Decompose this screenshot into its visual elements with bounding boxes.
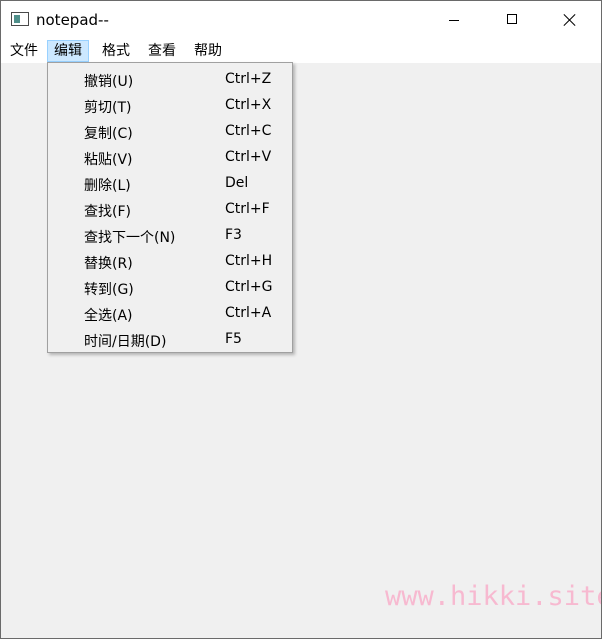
window-title: notepad--: [36, 11, 109, 29]
menu-view[interactable]: 查看: [142, 40, 182, 62]
menu-item-shortcut: Ctrl+G: [225, 279, 273, 295]
menu-item-shortcut: F3: [225, 227, 242, 243]
menu-item-shortcut: Ctrl+X: [225, 97, 272, 113]
menu-item-time-date[interactable]: 时间/日期(D) F5: [48, 327, 292, 353]
menu-item-replace[interactable]: 替换(R) Ctrl+H: [48, 249, 292, 275]
menu-item-label: 粘贴(V): [84, 152, 133, 168]
app-icon[interactable]: [11, 12, 29, 26]
menu-item-paste[interactable]: 粘贴(V) Ctrl+V: [48, 145, 292, 171]
menu-item-find[interactable]: 查找(F) Ctrl+F: [48, 197, 292, 223]
menu-item-shortcut: Ctrl+C: [225, 123, 272, 139]
menu-item-label: 全选(A): [84, 308, 133, 324]
menu-item-label: 转到(G): [84, 282, 134, 298]
edit-menu-dropdown: 撤销(U) Ctrl+Z 剪切(T) Ctrl+X 复制(C) Ctrl+C 粘…: [47, 62, 293, 353]
menu-format[interactable]: 格式: [96, 40, 136, 62]
maximize-icon: [507, 14, 517, 24]
title-bar[interactable]: notepad--: [1, 1, 601, 39]
menu-bar: 文件 编辑 格式 查看 帮助: [1, 39, 601, 63]
menu-item-goto[interactable]: 转到(G) Ctrl+G: [48, 275, 292, 301]
menu-item-delete[interactable]: 删除(L) Del: [48, 171, 292, 197]
menu-item-cut[interactable]: 剪切(T) Ctrl+X: [48, 93, 292, 119]
menu-item-shortcut: Ctrl+F: [225, 201, 270, 217]
menu-item-shortcut: F5: [225, 331, 242, 347]
menu-item-label: 查找(F): [84, 204, 131, 220]
menu-item-shortcut: Ctrl+A: [225, 305, 272, 321]
menu-help[interactable]: 帮助: [188, 40, 228, 62]
close-button[interactable]: [547, 1, 593, 39]
menu-item-shortcut: Ctrl+Z: [225, 71, 272, 87]
menu-item-shortcut: Ctrl+V: [225, 149, 272, 165]
maximize-button[interactable]: [489, 1, 535, 39]
menu-item-shortcut: Ctrl+H: [225, 253, 273, 269]
menu-file[interactable]: 文件: [4, 40, 44, 62]
menu-item-shortcut: Del: [225, 175, 249, 191]
menu-item-select-all[interactable]: 全选(A) Ctrl+A: [48, 301, 292, 327]
menu-edit[interactable]: 编辑: [47, 40, 89, 62]
close-icon: [563, 13, 577, 27]
minimize-button[interactable]: [431, 1, 477, 39]
menu-item-label: 复制(C): [84, 126, 133, 142]
menu-item-label: 查找下一个(N): [84, 230, 176, 246]
menu-item-label: 剪切(T): [84, 100, 132, 116]
menu-item-label: 时间/日期(D): [84, 334, 167, 350]
watermark-text: www.hikki.site: [385, 581, 602, 612]
minimize-icon: [449, 20, 459, 21]
menu-item-label: 撤销(U): [84, 74, 134, 90]
menu-item-label: 删除(L): [84, 178, 131, 194]
menu-item-label: 替换(R): [84, 256, 133, 272]
menu-item-copy[interactable]: 复制(C) Ctrl+C: [48, 119, 292, 145]
menu-item-find-next[interactable]: 查找下一个(N) F3: [48, 223, 292, 249]
menu-item-undo[interactable]: 撤销(U) Ctrl+Z: [48, 67, 292, 93]
